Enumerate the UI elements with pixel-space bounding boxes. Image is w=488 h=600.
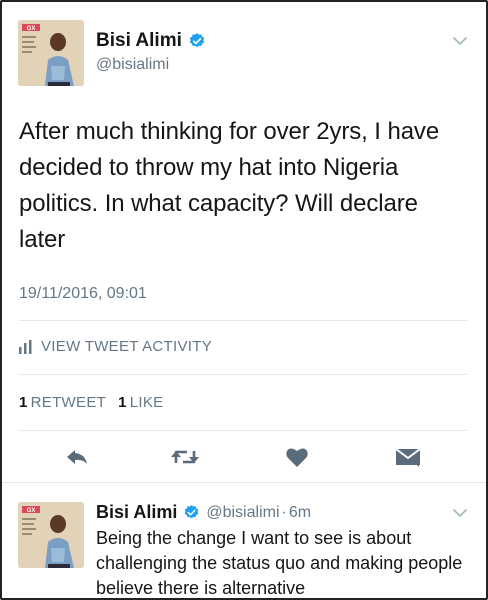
meta-separator: · [281, 503, 287, 521]
like-stat-label: LIKE [129, 394, 164, 411]
svg-text:GX: GX [27, 26, 36, 32]
like-button[interactable] [282, 442, 312, 472]
bar-chart-icon [19, 339, 32, 354]
like-stat[interactable]: 1 LIKE [118, 394, 163, 411]
tweet-separator [2, 482, 486, 483]
divider [19, 430, 468, 431]
reply-arrow-icon [67, 450, 87, 464]
tweet-text: After much thinking for over 2yrs, I hav… [19, 114, 459, 258]
reply-author-block[interactable]: Bisi Alimi @bisialimi · 6m [96, 502, 311, 523]
reply-button[interactable] [62, 442, 92, 472]
author-name[interactable]: Bisi Alimi [96, 30, 206, 52]
divider [19, 374, 468, 375]
retweet-button[interactable] [170, 442, 200, 472]
tweet-time-ago[interactable]: 6m [289, 504, 311, 522]
verified-badge-icon [189, 33, 205, 48]
like-count: 1 [118, 394, 127, 411]
tweet-text-line: later [19, 226, 66, 253]
divider [19, 320, 468, 321]
retweet-icon [171, 450, 199, 464]
author-handle[interactable]: @bisialimi [206, 504, 279, 522]
verified-badge-icon [185, 505, 199, 519]
tweet-text-line: After much thinking for over 2yrs, I hav… [19, 118, 440, 145]
envelope-icon [395, 448, 421, 467]
avatar-image: GX [18, 502, 84, 568]
avatar[interactable]: GX [18, 502, 84, 568]
direct-message-button[interactable] [393, 442, 423, 472]
activity-label: VIEW TWEET ACTIVITY [41, 338, 213, 355]
heart-icon [286, 448, 308, 467]
svg-text:GX: GX [27, 508, 36, 514]
tweet-text-line: decided to throw my hat into Nigeria [19, 154, 399, 181]
reply-tweet[interactable]: GX Bisi Alimi @bisialimi·6m Being the [2, 488, 486, 598]
retweet-stat-label: RETWEET [30, 394, 107, 411]
tweet-text-line: politics. In what capacity? Will declare [19, 190, 418, 217]
retweet-count: 1 [19, 394, 28, 411]
retweet-stat[interactable]: 1 RETWEET [19, 394, 106, 411]
avatar[interactable]: GX [18, 20, 84, 86]
engagement-stats: 1 RETWEET 1 LIKE [19, 394, 163, 411]
tweet-thread: GX Bisi Alimi @bisialimi After much thin… [0, 0, 488, 600]
tweet-timestamp[interactable]: 19/11/2016, 09:01 [19, 285, 147, 303]
author-name-text: Bisi Alimi [96, 30, 182, 51]
reply-tweet-text: Being the change I want to see is about … [96, 528, 463, 598]
author-handle[interactable]: @bisialimi [96, 56, 206, 74]
chevron-down-icon[interactable] [452, 508, 468, 518]
avatar-image: GX [18, 20, 84, 86]
main-tweet: GX Bisi Alimi @bisialimi After much thin… [2, 2, 486, 480]
chevron-down-icon[interactable] [452, 36, 468, 46]
view-tweet-activity-link[interactable]: VIEW TWEET ACTIVITY [19, 338, 212, 355]
author-name[interactable]: Bisi Alimi [96, 502, 177, 523]
tweet-actions [2, 442, 486, 476]
author-block[interactable]: Bisi Alimi @bisialimi [96, 30, 206, 74]
